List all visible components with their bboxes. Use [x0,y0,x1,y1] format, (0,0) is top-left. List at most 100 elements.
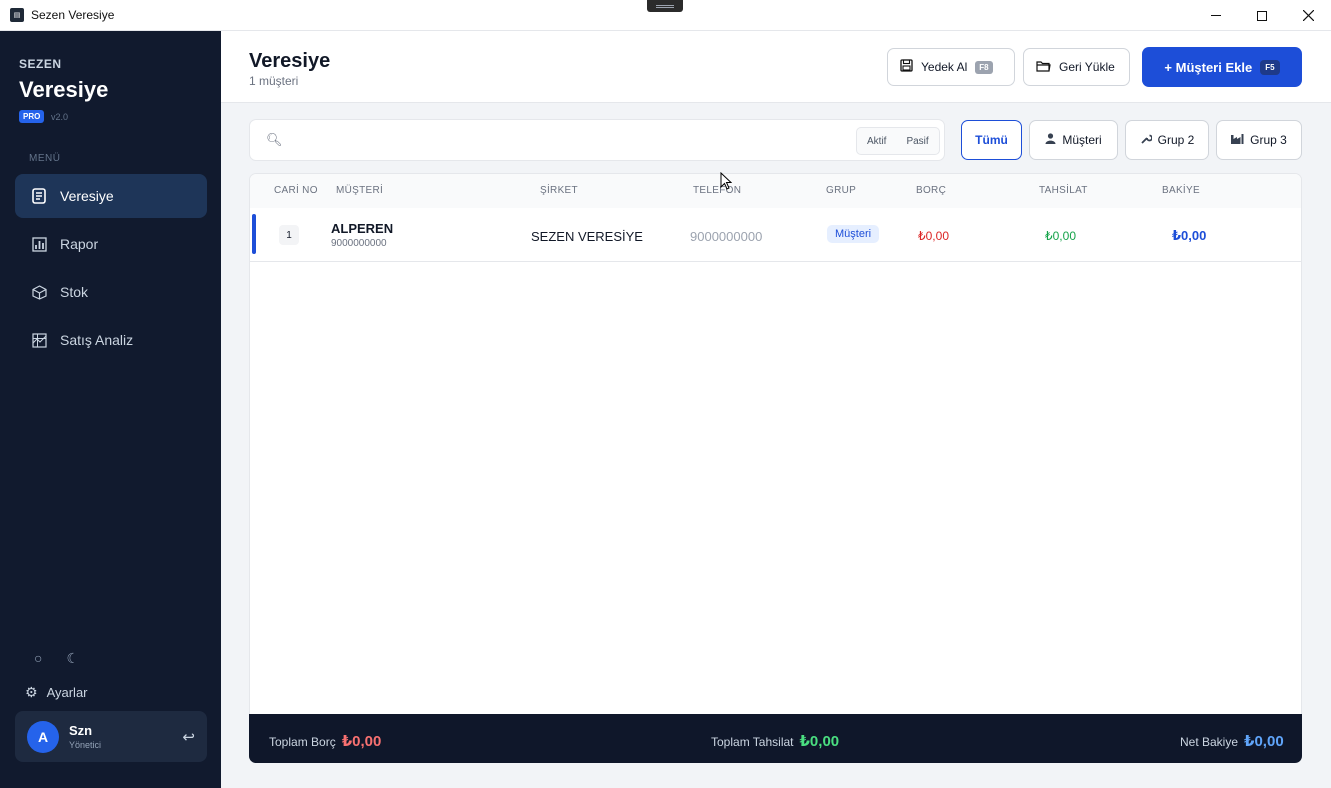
total-collection-value: ₺0,00 [799,733,840,750]
restore-button[interactable]: Geri Yükle [1023,48,1130,86]
box-icon [31,284,47,300]
folder-icon [1036,60,1051,75]
add-customer-button[interactable]: + Müşteri Ekle F5 [1142,47,1302,87]
filter-label: Grup 2 [1157,133,1195,147]
total-debt-value: ₺0,00 [341,733,382,750]
sidebar-item-label: Satış Analiz [60,332,134,348]
user-info: Szn Yönetici [69,723,101,750]
floppy-icon [900,59,913,75]
theme-switcher: ○ ☾ [34,650,79,667]
filter-all-button[interactable]: Tümü [961,120,1022,160]
balance-value: ₺0,00 [1172,228,1207,243]
debt-value: ₺0,00 [918,229,949,243]
filter-group2-button[interactable]: Grup 2 [1125,120,1209,160]
search-box: 🔍︎ Aktif Pasif [249,119,945,161]
column-header[interactable]: TELEFON [693,185,741,196]
brand-small: SEZEN [19,57,62,71]
analysis-icon [31,332,47,348]
page-title: Veresiye [249,50,331,72]
logout-icon[interactable]: ↩ [182,728,195,746]
customer-phone: 9000000000 [331,238,387,249]
column-header[interactable]: BORÇ [916,185,946,196]
total-debt-label: Toplam Borç [269,735,336,749]
column-header[interactable]: TAHSİLAT [1039,185,1088,196]
user-name: Szn [69,723,93,738]
page-subtitle: 1 müşteri [249,74,299,88]
table-row[interactable]: 1 ALPEREN 9000000000 SEZEN VERESİYE 9000… [250,208,1301,262]
user-role: Yönetici [69,740,102,750]
backup-label: Yedek Al [921,60,968,74]
column-header[interactable]: MÜŞTERİ [336,185,383,196]
toggle-aktif[interactable]: Aktif [857,136,896,147]
filter-label: Tümü [975,133,1008,147]
filter-group3-button[interactable]: Grup 3 [1216,120,1302,160]
sun-icon[interactable]: ○ [34,650,42,667]
column-header[interactable]: GRUP [826,185,856,196]
backup-button[interactable]: Yedek Al F8 [887,48,1015,86]
sidebar-item-label: Veresiye [60,188,114,204]
customer-name: ALPEREN [331,221,394,236]
app-icon: ▤ [10,8,24,22]
table-header: CARİ NO MÜŞTERİ ŞİRKET TELEFON GRUP BORÇ… [250,174,1301,208]
pro-badge: PRO [19,110,45,123]
shortcut-badge: F5 [1260,59,1280,75]
minimize-button[interactable] [1193,0,1239,31]
person-icon [1045,133,1056,147]
cari-no: 1 [279,225,299,245]
menu-label: MENÜ [29,153,61,164]
sidebar-item-stok[interactable]: Stok [15,270,207,314]
column-header[interactable]: BAKİYE [1162,185,1200,196]
chart-icon [31,236,47,252]
customer-table: CARİ NO MÜŞTERİ ŞİRKET TELEFON GRUP BORÇ… [249,173,1302,763]
toggle-pasif[interactable]: Pasif [896,136,938,147]
total-collection: Toplam Tahsilat ₺0,00 [711,732,839,750]
shortcut-badge: F8 [975,60,993,74]
collection-value: ₺0,00 [1045,229,1076,243]
sidebar: SEZEN Veresiye PRO v2.0 MENÜ Veresiye Ra… [0,31,221,788]
close-icon [1302,10,1314,21]
restore-label: Geri Yükle [1059,60,1115,74]
window-title: Sezen Veresiye [31,8,115,22]
page-header: Veresiye 1 müşteri Yedek Al F8 Geri Yükl… [221,31,1331,103]
column-header[interactable]: CARİ NO [274,185,318,196]
add-customer-label: + Müşteri Ekle [1164,59,1253,75]
settings-link[interactable]: ⚙ Ayarlar [25,684,88,701]
user-card[interactable]: A Szn Yönetici ↩ [15,711,207,762]
sidebar-item-veresiye[interactable]: Veresiye [15,174,207,218]
company-name: SEZEN VERESİYE [531,229,643,244]
settings-label: Ayarlar [46,685,88,700]
net-balance-label: Net Bakiye [1180,735,1239,749]
gear-icon: ⚙ [25,684,38,700]
close-button[interactable] [1285,0,1331,31]
filter-label: Müşteri [1062,133,1102,147]
search-input[interactable] [290,128,890,154]
version-label: v2.0 [51,112,69,122]
search-icon: 🔍︎ [266,132,283,147]
total-collection-label: Toplam Tahsilat [711,735,794,749]
ledger-icon [31,188,47,204]
group-badge: Müşteri [827,225,880,243]
sidebar-item-label: Rapor [60,236,99,252]
filter-label: Grup 3 [1250,133,1287,147]
mouse-cursor-icon [720,172,732,190]
sidebar-item-satis-analiz[interactable]: Satış Analiz [15,318,207,362]
status-toggle: Aktif Pasif [856,127,940,155]
filter-customer-button[interactable]: Müşteri [1029,120,1118,160]
column-header[interactable]: ŞİRKET [540,185,578,196]
maximize-button[interactable] [1239,0,1285,31]
total-debt: Toplam Borç ₺0,00 [269,732,381,750]
factory-icon [1231,133,1244,147]
totals-bar: Toplam Borç ₺0,00 Toplam Tahsilat ₺0,00 … [249,714,1302,763]
wrench-icon [1140,133,1153,148]
phone-number: 9000000000 [690,229,763,244]
net-balance: Net Bakiye ₺0,00 [1180,732,1284,750]
brand-title: Veresiye [19,77,109,102]
moon-icon[interactable]: ☾ [66,650,79,667]
sidebar-item-label: Stok [60,284,89,300]
net-balance-value: ₺0,00 [1244,733,1284,750]
sidebar-item-rapor[interactable]: Rapor [15,222,207,266]
row-accent [252,214,256,254]
window-titlebar: ▤ Sezen Veresiye [0,0,1331,31]
avatar: A [27,720,59,753]
snap-grip[interactable] [647,0,683,12]
